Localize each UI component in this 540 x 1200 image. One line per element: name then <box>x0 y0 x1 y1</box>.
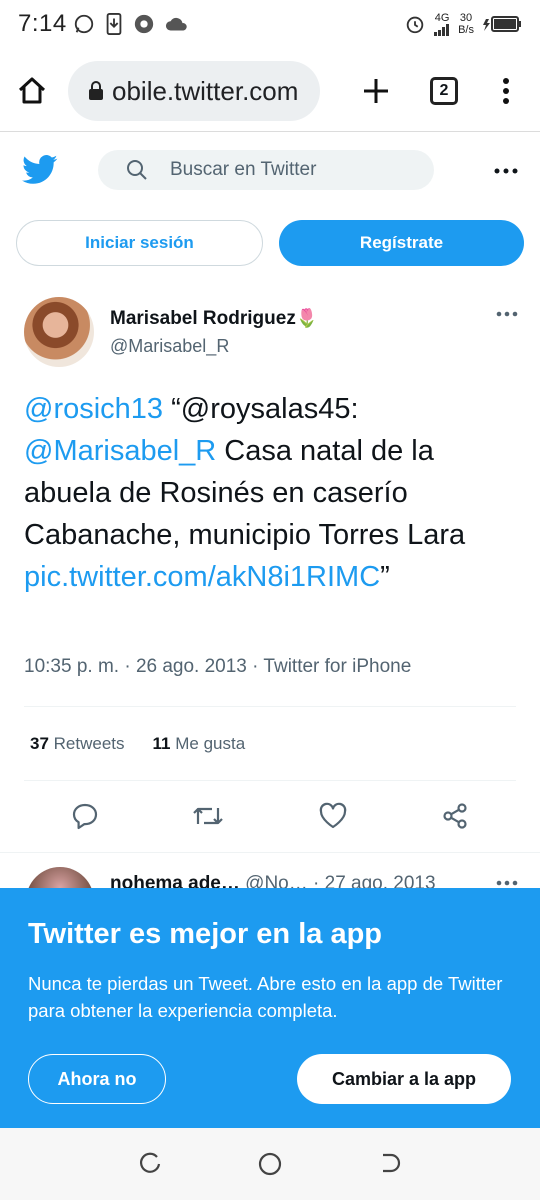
retweets-stat[interactable]: 37 Retweets <box>30 734 125 754</box>
mention-link[interactable]: @rosich13 <box>24 393 163 425</box>
twitter-logo-icon[interactable] <box>22 155 58 185</box>
status-bar: 7:14 4G 30 B/s <box>0 0 540 48</box>
reply-tweet[interactable]: nohema ade… @No… · 27 ago. 2013 <box>0 852 540 888</box>
tab-switcher-button[interactable]: 2 <box>430 77 458 105</box>
tab-count: 2 <box>430 77 458 105</box>
display-name: Marisabel Rodriguez <box>110 307 296 329</box>
like-heart-icon[interactable] <box>318 802 348 830</box>
not-now-button[interactable]: Ahora no <box>28 1054 166 1104</box>
login-button[interactable]: Iniciar sesión <box>16 220 263 266</box>
header-more-button[interactable] <box>494 161 518 179</box>
banner-description: Nunca te pierdas un Tweet. Abre esto en … <box>28 973 503 1021</box>
auth-buttons: Iniciar sesión Regístrate <box>16 220 524 266</box>
author-name[interactable]: Marisabel Rodriguez🌷 <box>110 308 318 330</box>
avatar[interactable] <box>26 867 94 888</box>
new-tab-button[interactable] <box>362 77 390 105</box>
back-icon[interactable] <box>377 1151 403 1177</box>
reply-author-handle: @No… <box>245 873 308 888</box>
browser-menu-button[interactable] <box>502 77 510 105</box>
vertical-dots-icon <box>503 78 509 104</box>
cloud-icon <box>165 17 187 31</box>
browser-toolbar: obile.twitter.com 2 <box>0 52 540 130</box>
recents-icon[interactable] <box>137 1151 163 1177</box>
search-placeholder: Buscar en Twitter <box>170 159 317 180</box>
tweet-actions <box>24 796 516 836</box>
tweet-author: Marisabel Rodriguez🌷 @Marisabel_R <box>24 296 518 368</box>
plus-icon <box>364 79 388 103</box>
tweet-timestamp[interactable]: 10:35 p. m. · 26 ago. 2013 · Twitter for… <box>24 656 411 678</box>
media-link[interactable]: pic.twitter.com/akN8i1RIMC <box>24 561 380 593</box>
retweet-icon[interactable] <box>192 802 224 830</box>
reply-icon[interactable] <box>71 802 99 830</box>
tweet-more-button[interactable] <box>496 304 518 322</box>
address-bar[interactable]: obile.twitter.com <box>68 61 320 121</box>
download-icon <box>106 13 122 35</box>
reply-date: · 27 ago. 2013 <box>313 873 436 888</box>
mention-link[interactable]: @Marisabel_R <box>24 435 216 467</box>
reply-author-name: nohema ade… <box>110 873 240 888</box>
system-nav-bar <box>0 1128 540 1200</box>
banner-title: Twitter es mejor en la app <box>28 918 383 950</box>
reply-more-button[interactable] <box>496 873 518 888</box>
share-icon[interactable] <box>441 802 469 830</box>
chrome-icon <box>134 14 153 34</box>
alarm-icon <box>406 16 424 34</box>
signal-indicator: 4G <box>434 12 450 36</box>
divider <box>24 780 516 781</box>
home-circle-icon[interactable] <box>257 1151 283 1177</box>
twitter-header: Buscar en Twitter <box>0 140 540 200</box>
more-horizontal-icon <box>494 168 518 174</box>
home-button[interactable] <box>16 75 48 107</box>
signup-button[interactable]: Regístrate <box>279 220 524 266</box>
search-icon <box>127 160 147 180</box>
network-type: 4G <box>434 12 450 24</box>
tweet-text: @rosich13 “@roysalas45: @Marisabel_R Cas… <box>24 393 466 593</box>
tulip-emoji: 🌷 <box>295 307 319 328</box>
lock-icon <box>89 81 103 100</box>
whatsapp-icon <box>74 14 93 34</box>
tweet-stats: 37 Retweets 11 Me gusta <box>30 734 245 754</box>
likes-stat[interactable]: 11 Me gusta <box>153 734 246 754</box>
more-horizontal-icon <box>496 311 518 317</box>
avatar[interactable] <box>24 297 94 367</box>
status-time: 7:14 <box>18 10 67 37</box>
open-app-button[interactable]: Cambiar a la app <box>297 1054 511 1104</box>
speed-indicator: 30 B/s <box>458 12 474 36</box>
home-icon <box>18 77 46 104</box>
author-handle[interactable]: @Marisabel_R <box>110 336 318 357</box>
app-promo-banner: Twitter es mejor en la app Nunca te pier… <box>0 888 540 1128</box>
divider <box>24 706 516 707</box>
search-input[interactable]: Buscar en Twitter <box>98 150 434 190</box>
battery-icon <box>483 16 521 32</box>
url-text: obile.twitter.com <box>112 75 299 106</box>
signal-icon <box>434 24 450 36</box>
more-horizontal-icon <box>496 880 518 886</box>
toolbar-divider <box>0 131 540 132</box>
